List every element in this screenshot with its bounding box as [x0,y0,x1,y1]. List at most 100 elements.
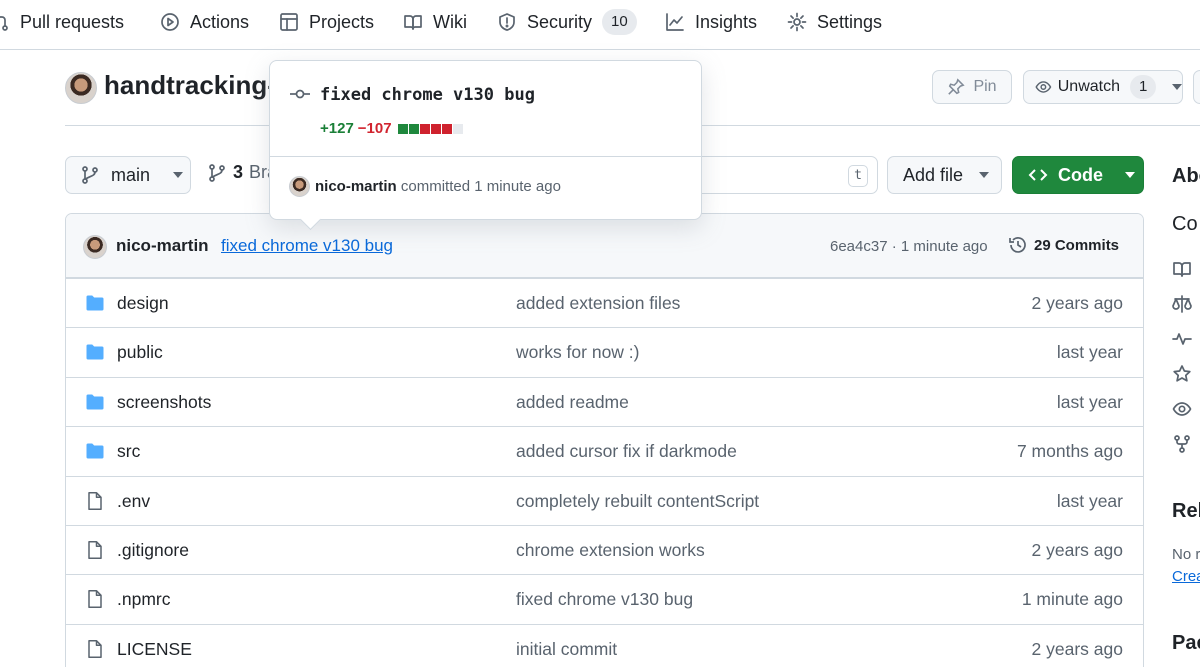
unwatch-button[interactable]: Unwatch 1 [1023,70,1183,104]
hovercard-commit-line: nico-martin committed 1 minute ago [315,178,561,195]
gear-icon [787,12,807,32]
file-commit-age: 2 years ago [1031,540,1123,560]
about-heading: Abo [1172,165,1200,187]
hovercard-action: committed 1 minute ago [400,178,561,195]
pull-request-icon [0,16,8,31]
commit-icon [290,89,310,99]
repo-name[interactable]: handtracking-c [104,70,290,101]
code-button[interactable]: Code [1012,156,1144,194]
file-name-link[interactable]: design [117,293,169,314]
fork-button[interactable] [1193,70,1200,104]
table-row[interactable]: src added cursor fix if darkmode 7 months … [66,426,1143,475]
tab-pull-requests[interactable]: Pull requests [0,0,124,44]
chevron-down-icon [173,172,184,178]
file-name-link[interactable]: screenshots [117,392,211,413]
file-icon [88,590,102,609]
table-row[interactable]: design added extension files 2 years ago [66,278,1143,327]
tab-label: Security [527,11,593,32]
file-name-link[interactable]: public [117,342,163,363]
file-commit-age: last year [1056,490,1123,511]
hovercard-commit-title[interactable]: fixed chrome v130 bug [320,85,535,105]
hovercard-author[interactable]: nico-martin [315,178,397,195]
unwatch-label: Unwatch [1057,78,1120,95]
table-row[interactable]: .env completely rebuilt contentScript last… [66,475,1143,525]
diffstat-block [430,123,441,134]
table-row[interactable]: LICENSE initial commit 2 years ago [66,623,1143,667]
owner-avatar[interactable] [65,72,97,104]
file-commit-message[interactable]: added readme [516,392,629,413]
create-release-link[interactable]: Crea [1172,568,1200,585]
graph-icon [666,13,684,31]
file-commit-age: last year [1056,391,1123,412]
tab-settings[interactable]: Settings [787,0,882,44]
chevron-down-icon [1172,84,1182,90]
releases-heading: Rel [1172,500,1200,522]
scale-icon[interactable] [1172,294,1192,314]
tab-wiki[interactable]: Wiki [403,0,467,44]
file-icon [88,541,102,559]
tab-insights[interactable]: Insights [665,0,757,44]
book-icon[interactable] [1172,259,1192,279]
table-row[interactable]: .gitignore chrome extension works 2 years … [66,525,1143,574]
author-avatar[interactable] [83,235,107,259]
file-commit-age: 2 years ago [1031,293,1123,313]
file-commit-message[interactable]: added cursor fix if darkmode [516,441,737,462]
file-commit-age: 1 minute ago [1021,589,1123,610]
hovercard-author-avatar[interactable] [289,176,310,197]
table-icon [280,13,298,31]
commit-message-link[interactable]: fixed chrome v130 bug [221,236,393,256]
branch-name: main [111,164,151,185]
releases-text: No r [1172,546,1200,563]
tab-projects[interactable]: Projects [279,0,374,44]
tab-actions[interactable]: Actions [160,0,249,44]
folder-icon [86,344,104,360]
branches-link[interactable]: 3 Bra [207,162,277,183]
folder-icon [86,443,104,459]
commit-hovercard: fixed chrome v130 bug +127 −107 nico-mar… [269,60,702,220]
shield-icon [499,13,515,31]
pulse-icon[interactable] [1172,329,1192,349]
fork-icon[interactable] [1172,434,1192,454]
file-name-link[interactable]: LICENSE [117,639,192,660]
file-commit-age: 2 years ago [1031,638,1123,659]
file-commit-message[interactable]: works for now :) [516,342,640,363]
tab-label: Insights [695,11,758,32]
tab-label: Projects [309,11,375,32]
file-commit-message[interactable]: added extension files [516,293,680,314]
table-row[interactable]: public works for now :) last year [66,327,1143,376]
hovercard-diffstat: +127 −107 [320,120,463,137]
file-commit-message[interactable]: fixed chrome v130 bug [516,589,693,610]
table-row[interactable]: .npmrc fixed chrome v130 bug 1 minute ago [66,574,1143,623]
add-file-label: Add file [903,164,964,185]
diffstat-block [441,123,452,134]
branch-icon [82,166,98,184]
table-row[interactable]: screenshots added readme last year [66,376,1143,426]
code-icon [1028,169,1048,181]
diffstat-block [397,123,408,134]
star-icon[interactable] [1172,364,1192,384]
tab-label: Settings [817,11,883,32]
file-name-link[interactable]: src [117,441,140,462]
eye-icon[interactable] [1172,399,1192,419]
shortcut-key: t [848,165,868,187]
pin-label: Pin [973,78,997,95]
pin-button[interactable]: Pin [932,70,1012,104]
commit-meta[interactable]: 6ea4c37 · 1 minute ago [830,238,988,255]
commit-author[interactable]: nico-martin [116,236,209,256]
file-commit-message[interactable]: completely rebuilt contentScript [516,491,759,512]
file-name-link[interactable]: .gitignore [117,540,189,561]
file-commit-age: 7 months ago [1016,441,1123,462]
file-name-link[interactable]: .npmrc [117,589,170,610]
code-label: Code [1058,164,1103,185]
file-commit-message[interactable]: chrome extension works [516,540,705,561]
tab-label: Actions [190,11,250,32]
security-count-badge: 10 [602,9,637,35]
tab-security[interactable]: Security 10 [497,0,637,44]
file-commit-age: last year [1056,342,1123,363]
commits-link[interactable]: 29 Commits [1008,235,1119,255]
file-commit-message[interactable]: initial commit [516,639,617,660]
diffstat-block [452,123,463,134]
add-file-button[interactable]: Add file [887,156,1002,194]
file-name-link[interactable]: .env [117,491,150,512]
branch-selector[interactable]: main [65,156,191,194]
